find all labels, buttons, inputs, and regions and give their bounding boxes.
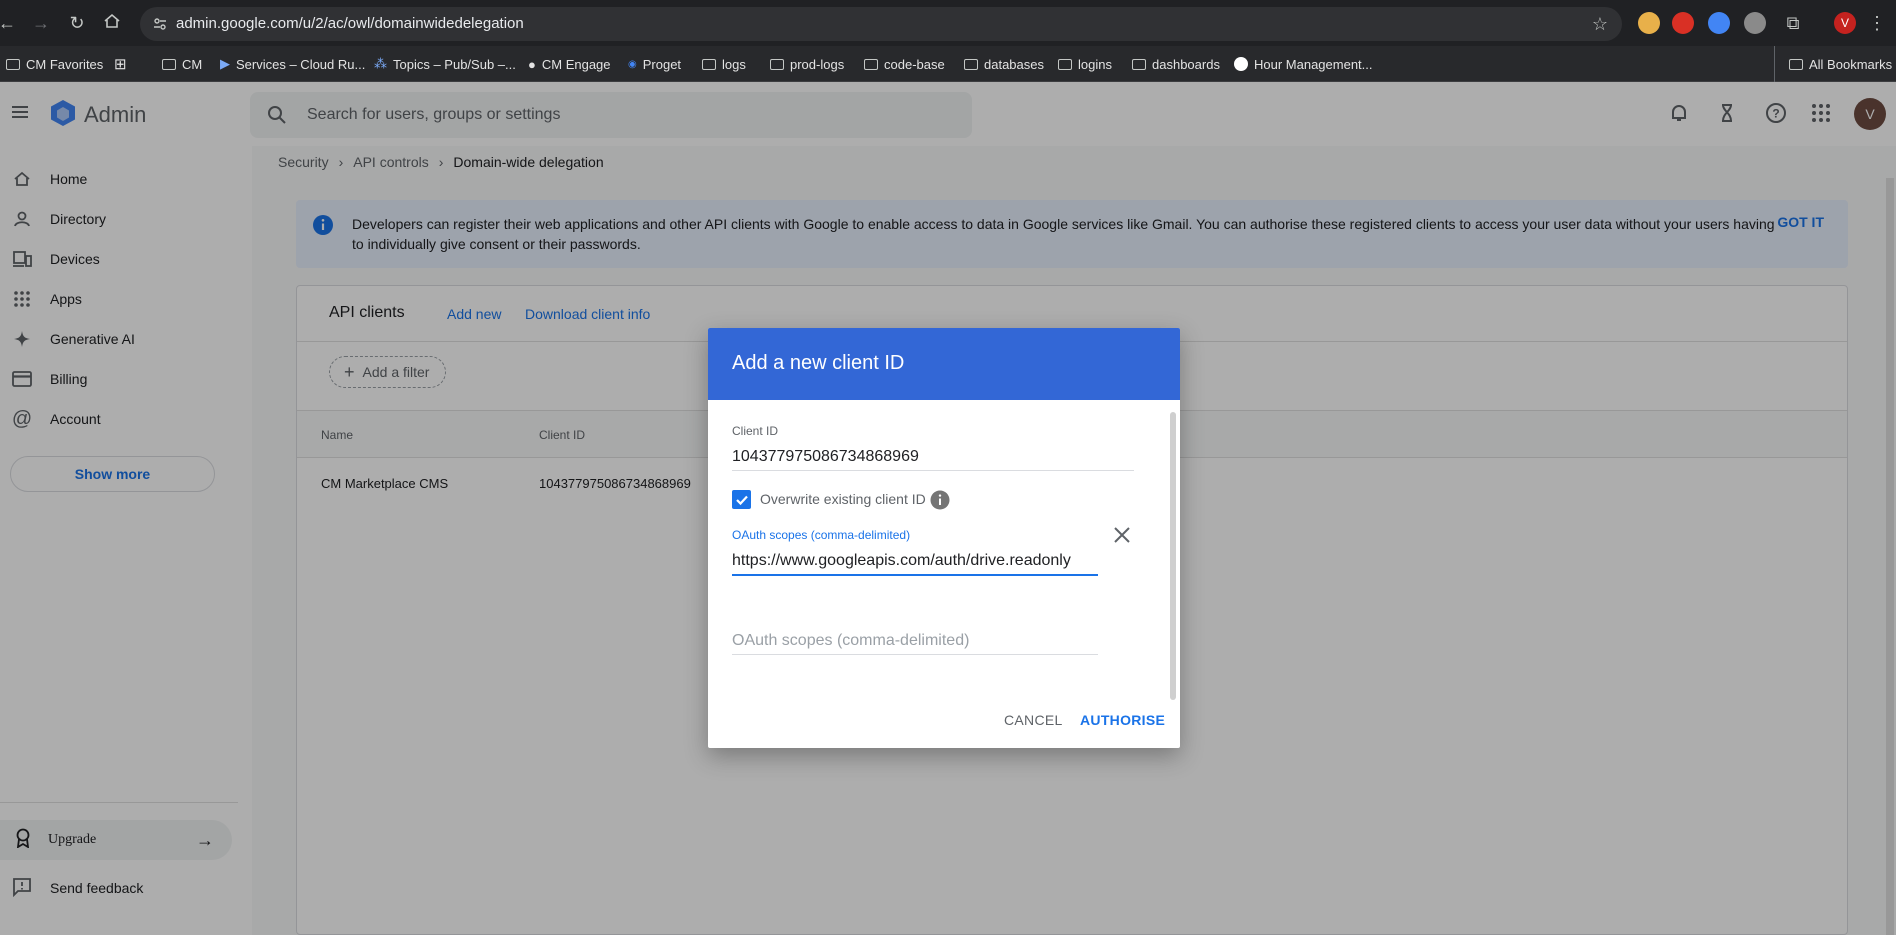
oauth-scope-input-2[interactable]: OAuth scopes (comma-delimited) (732, 632, 969, 650)
dialog-header: Add a new client ID (708, 328, 1180, 400)
folder-icon (1789, 58, 1803, 70)
dialog-title: Add a new client ID (732, 352, 905, 374)
cancel-button[interactable]: CANCEL (1004, 712, 1063, 728)
oauth-scope-underline (732, 574, 1098, 576)
bookmark-star-icon[interactable]: ☆ (1592, 14, 1608, 35)
proget-icon: ◉ (628, 58, 637, 70)
folder-icon (864, 58, 878, 70)
client-id-label: Client ID (732, 424, 779, 438)
cloud-run-icon: ▶ (220, 56, 230, 71)
url-text: admin.google.com/u/2/ac/owl/domainwidede… (176, 15, 524, 32)
pubsub-icon: ⁂ (374, 56, 387, 71)
browser-toolbar: ← → ↻ admin.google.com/u/2/ac/owl/domain… (0, 0, 1896, 46)
authorise-button[interactable]: AUTHORISE (1080, 712, 1165, 728)
back-icon[interactable]: ← (0, 12, 18, 34)
folder-icon (770, 58, 784, 70)
bookmark-item[interactable]: dashboards (1132, 46, 1220, 82)
dialog-scrollbar[interactable] (1170, 412, 1176, 700)
oauth-scope-input[interactable]: https://www.googleapis.com/auth/drive.re… (732, 552, 1071, 570)
address-bar[interactable]: admin.google.com/u/2/ac/owl/domainwidede… (140, 7, 1622, 41)
bookmark-item[interactable]: CM (162, 46, 202, 82)
close-icon[interactable] (1112, 525, 1132, 550)
folder-icon (702, 58, 716, 70)
browser-menu-icon[interactable]: ⋮ (1866, 12, 1888, 34)
all-bookmarks[interactable]: All Bookmarks (1774, 46, 1892, 82)
bookmark-item[interactable]: ◉ Proget (628, 46, 681, 82)
bookmarks-bar: CM Favorites ⊞ CM ▶ Services – Cloud Ru..… (0, 46, 1896, 82)
info-icon[interactable] (930, 490, 950, 515)
extensions-puzzle-icon[interactable]: ⧉ (1782, 12, 1804, 34)
extension-icon[interactable] (1638, 12, 1660, 34)
client-id-underline (732, 470, 1134, 471)
bookmark-item[interactable]: code-base (864, 46, 945, 82)
site-settings-icon[interactable] (152, 16, 168, 32)
bookmark-item[interactable]: ⁂ Topics – Pub/Sub –... (374, 46, 516, 82)
folder-icon (6, 58, 20, 70)
add-client-id-dialog: Add a new client ID Client ID 1043779750… (708, 328, 1180, 748)
github-icon: ● (528, 56, 536, 72)
apps-grid-icon[interactable]: ⊞ (114, 46, 127, 82)
home-icon[interactable] (101, 12, 123, 34)
client-id-field[interactable]: 104377975086734868969 (732, 448, 919, 466)
bookmark-item[interactable]: databases (964, 46, 1044, 82)
oauth-scope-label: OAuth scopes (comma-delimited) (732, 528, 911, 542)
bookmark-item[interactable]: prod-logs (770, 46, 844, 82)
folder-icon (1132, 58, 1146, 70)
cm-logo-icon (1234, 57, 1248, 71)
overwrite-checkbox[interactable] (732, 490, 751, 509)
overwrite-label: Overwrite existing client ID (760, 491, 926, 507)
forward-icon[interactable]: → (30, 12, 52, 34)
bookmark-item[interactable]: logins (1058, 46, 1112, 82)
folder-icon (162, 58, 176, 70)
bookmark-item[interactable]: ▶ Services – Cloud Ru... (220, 46, 365, 82)
folder-icon (1058, 58, 1072, 70)
extension-icon[interactable] (1744, 12, 1766, 34)
profile-avatar[interactable]: V (1834, 12, 1856, 34)
extension-icon[interactable] (1708, 12, 1730, 34)
folder-icon (964, 58, 978, 70)
extension-icon[interactable] (1672, 12, 1694, 34)
oauth-scope-2-underline (732, 654, 1098, 655)
bookmark-item[interactable]: ● CM Engage (528, 46, 611, 82)
bookmark-item[interactable]: CM Favorites (6, 46, 103, 82)
reload-icon[interactable]: ↻ (66, 12, 88, 34)
bookmark-item[interactable]: Hour Management... (1234, 46, 1373, 82)
bookmark-item[interactable]: logs (702, 46, 746, 82)
